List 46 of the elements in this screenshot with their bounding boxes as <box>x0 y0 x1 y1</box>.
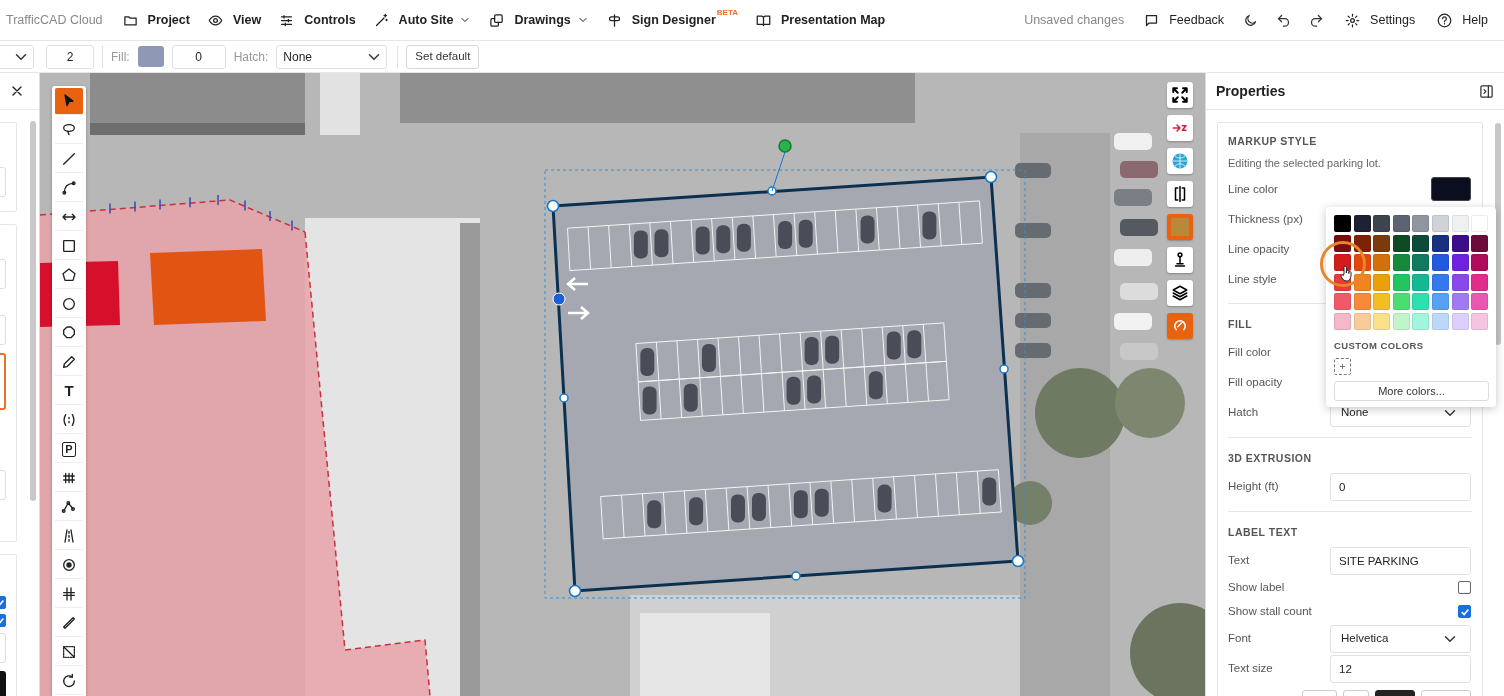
section-heading: MARKUP STYLE <box>1228 134 1317 149</box>
settings-button[interactable]: Settings <box>1337 6 1424 34</box>
field-label: Fill color <box>1228 345 1272 361</box>
field-label: Show stall count <box>1228 603 1313 619</box>
menu-item[interactable]: Presentation Map <box>747 6 894 34</box>
field-label: Hatch <box>1228 405 1260 421</box>
fill-opacity-input[interactable]: 0 <box>171 44 226 69</box>
help-button[interactable]: Help <box>1429 6 1496 34</box>
section-caption: Editing the selected parking lot. <box>1228 155 1381 171</box>
dropdown[interactable]: Helvetica <box>1330 624 1471 653</box>
field-label: Line style <box>1228 271 1278 287</box>
section-heading: LABEL TEXT <box>1228 524 1298 540</box>
set-default-button[interactable]: Set default <box>406 44 480 69</box>
thickness-input[interactable]: 2 <box>46 44 94 69</box>
field-label: Text size <box>1228 660 1274 676</box>
input-field[interactable]: 12 <box>1330 654 1471 683</box>
menu-item[interactable]: Drawings <box>481 6 597 34</box>
section-heading: FILL <box>1228 317 1253 333</box>
field-label: Line opacity <box>1228 241 1291 257</box>
menu-item[interactable]: View <box>199 6 270 34</box>
feedback-button[interactable]: Feedback <box>1136 6 1233 34</box>
field-label: Font <box>1228 630 1252 646</box>
more-colors-button[interactable]: More colors... <box>1334 381 1489 402</box>
menu-item[interactable]: Controls <box>271 6 364 34</box>
field-label: Height (ft) <box>1228 479 1280 495</box>
input-field[interactable]: 0 <box>1330 472 1471 501</box>
menu-item[interactable]: Auto Site <box>365 6 480 34</box>
section-heading: CUSTOM COLORS <box>1334 338 1425 353</box>
section-heading: 3D EXTRUSION <box>1228 451 1312 466</box>
app-title: TrafficCAD Cloud <box>6 11 103 29</box>
field-label: Show label <box>1228 579 1286 595</box>
field-label: Thickness (px) <box>1228 211 1304 227</box>
field-label: Fill opacity <box>1228 375 1284 391</box>
beta-label: BETA <box>716 8 738 17</box>
tool-button[interactable]: P <box>55 436 83 463</box>
save-status: Unsaved changes <box>1024 11 1125 29</box>
tool-button[interactable]: T <box>55 378 83 405</box>
panel-title: Properties <box>1216 81 1286 101</box>
input-field[interactable]: SITE PARKING <box>1330 546 1471 575</box>
menu-item[interactable]: Sign Designer$^{BETA}$ <box>598 6 746 34</box>
field-label: Line color <box>1228 181 1279 197</box>
menu-item[interactable]: Project <box>114 6 198 34</box>
hatch-select[interactable]: None <box>276 44 388 69</box>
fill-label: Fill: <box>111 48 130 66</box>
hatch-label: Hatch: <box>233 48 269 66</box>
field-label: Text <box>1228 552 1251 568</box>
